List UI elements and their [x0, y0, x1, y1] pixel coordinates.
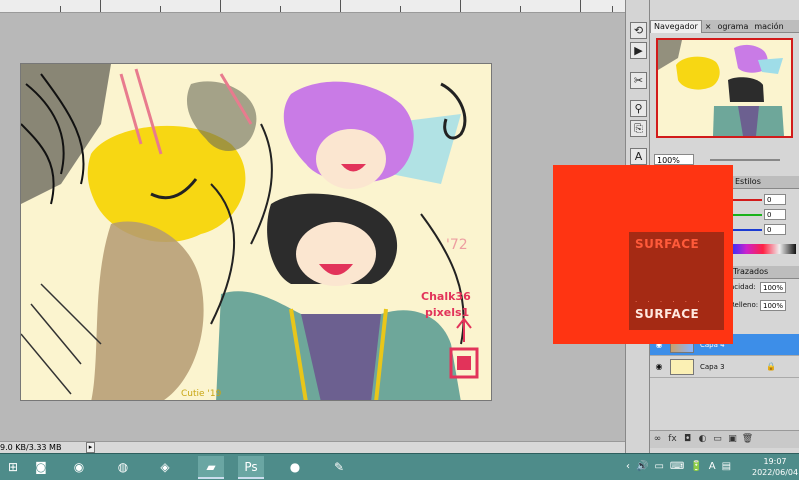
notes-icon[interactable]: ▤: [722, 458, 731, 476]
display-icon[interactable]: ▭: [654, 458, 663, 476]
ruler-tick: [100, 0, 101, 12]
taskbar-clock[interactable]: 19:07 2022/06/04: [752, 456, 798, 478]
layer-mask-icon[interactable]: ◘: [680, 431, 695, 448]
keyboard-icon[interactable]: ⌨: [670, 458, 684, 476]
opacity-row: acidad: 100%: [730, 282, 796, 294]
folder-icon[interactable]: ▰: [198, 456, 224, 479]
ruler-tick: [280, 6, 281, 12]
paint-icon[interactable]: ✎: [326, 456, 352, 479]
input-language-icon[interactable]: A: [709, 458, 716, 476]
link-layers-icon[interactable]: ∞: [650, 431, 665, 448]
blue-value[interactable]: 0: [764, 224, 786, 235]
surface-overlay-inner: SURFACE · · · · · · SURFACE: [629, 232, 724, 330]
ruler-tick: [400, 6, 401, 12]
opacity-input[interactable]: 100%: [760, 282, 786, 293]
tab-close[interactable]: ×: [702, 21, 715, 33]
document-size: 9.0 KB/3.33 MB: [0, 443, 62, 452]
red-slider[interactable]: [730, 199, 762, 201]
layer-row-capa-3[interactable]: ◉ Capa 3 🔒: [650, 356, 799, 378]
ruler-tick: [520, 6, 521, 12]
status-bar: 9.0 KB/3.33 MB ▸: [0, 441, 625, 453]
tray-chevron-icon[interactable]: ‹: [626, 458, 630, 476]
zoom-slider[interactable]: [710, 159, 780, 161]
new-layer-icon[interactable]: ▣: [725, 431, 740, 448]
eye-icon[interactable]: ◉: [654, 356, 664, 378]
fill-label: Relleno:: [730, 301, 759, 309]
status-menu-arrow[interactable]: ▸: [86, 442, 95, 453]
ruler-tick: [460, 0, 461, 12]
bottom-mark: Cutie '19: [181, 389, 222, 399]
fill-input[interactable]: 100%: [760, 300, 786, 311]
navigator-tabs: Navegador × ograma mación: [650, 20, 799, 33]
photoshop-window: Chalk36 pixels1 '72 Cutie '19 9.0 KB/3.3…: [0, 0, 799, 480]
blue-slider[interactable]: [730, 229, 762, 231]
tools-icon[interactable]: ✂: [630, 72, 647, 89]
canvas-workspace[interactable]: Chalk36 pixels1 '72 Cutie '19: [0, 13, 625, 441]
tab-info[interactable]: mación: [751, 21, 786, 33]
color-green-row: 0: [730, 209, 795, 221]
firefox-icon[interactable]: ◈: [152, 456, 178, 479]
new-group-icon[interactable]: ▭: [710, 431, 725, 448]
year-mark: '72: [446, 237, 468, 253]
system-tray: ‹ 🔊 ▭ ⌨ 🔋 A ▤: [626, 458, 737, 476]
opacity-label: acidad:: [730, 283, 756, 291]
color-red-row: 0: [730, 194, 795, 206]
brushes-icon[interactable]: ⚲: [630, 100, 647, 117]
ruler-tick: [340, 0, 341, 12]
history-icon[interactable]: ⟲: [630, 22, 647, 39]
trash-icon[interactable]: 🗑: [740, 431, 755, 448]
surface-text-bottom: SURFACE: [635, 307, 700, 321]
color-blue-row: 0: [730, 224, 795, 236]
layer-style-icon[interactable]: fx: [665, 431, 680, 448]
surface-text-top: SURFACE: [635, 237, 700, 251]
photoshop-icon[interactable]: Ps: [238, 456, 264, 479]
character-icon[interactable]: A: [630, 148, 647, 165]
ruler-tick: [612, 6, 613, 12]
lock-icon: 🔒: [766, 362, 776, 371]
ruler-tick: [160, 6, 161, 12]
layers-footer: ∞ fx ◘ ◐ ▭ ▣ 🗑: [650, 430, 799, 448]
zoom-input[interactable]: 100%: [654, 154, 694, 165]
edge-icon[interactable]: ◍: [110, 456, 136, 479]
document-canvas[interactable]: Chalk36 pixels1 '72 Cutie '19: [20, 63, 492, 401]
navigator-preview[interactable]: [656, 38, 793, 138]
colorball-icon[interactable]: ●: [282, 456, 308, 479]
windows-icon[interactable]: ⊞: [0, 456, 26, 479]
chrome-icon[interactable]: ◉: [66, 456, 92, 479]
layer-thumbnail: [670, 359, 694, 375]
green-value[interactable]: 0: [764, 209, 786, 220]
tab-histogram[interactable]: ograma: [715, 21, 752, 33]
signature-text-2: pixels1: [425, 306, 469, 319]
signature-text-1: Chalk36: [421, 290, 471, 303]
battery-icon[interactable]: 🔋: [690, 458, 702, 476]
artwork-drawing: Chalk36 pixels1 '72 Cutie '19: [21, 64, 491, 400]
tab-styles[interactable]: Estilos: [732, 176, 764, 188]
taskbar: ⊞ ◙ ◉ ◍ ◈ ▰ Ps ● ✎ ‹ 🔊 ▭ ⌨ 🔋 A ▤ 19:07 2022/06…: [0, 453, 799, 480]
surface-dots: · · · · · ·: [635, 298, 704, 306]
tab-navigator[interactable]: Navegador: [650, 20, 702, 33]
horizontal-ruler: [0, 0, 625, 13]
green-slider[interactable]: [730, 214, 762, 216]
clone-source-icon[interactable]: ⎘: [630, 120, 647, 137]
tab-paths[interactable]: Trazados: [730, 266, 771, 278]
surface-overlay: SURFACE · · · · · · SURFACE: [553, 165, 733, 344]
layer-name: Capa 3: [700, 363, 725, 371]
clock-date: 2022/06/04: [752, 468, 799, 477]
color-spectrum[interactable]: [730, 244, 796, 254]
navigator-thumbnail: [658, 40, 791, 136]
volume-icon[interactable]: 🔊: [636, 458, 648, 476]
ruler-tick: [580, 0, 581, 12]
ruler-tick: [60, 6, 61, 12]
clock-time: 19:07: [763, 457, 787, 466]
dolby-icon[interactable]: ◙: [28, 456, 54, 479]
fill-row: Relleno: 100%: [730, 300, 796, 312]
adjustment-layer-icon[interactable]: ◐: [695, 431, 710, 448]
ruler-tick: [220, 0, 221, 12]
red-value[interactable]: 0: [764, 194, 786, 205]
actions-icon[interactable]: ▶: [630, 42, 647, 59]
